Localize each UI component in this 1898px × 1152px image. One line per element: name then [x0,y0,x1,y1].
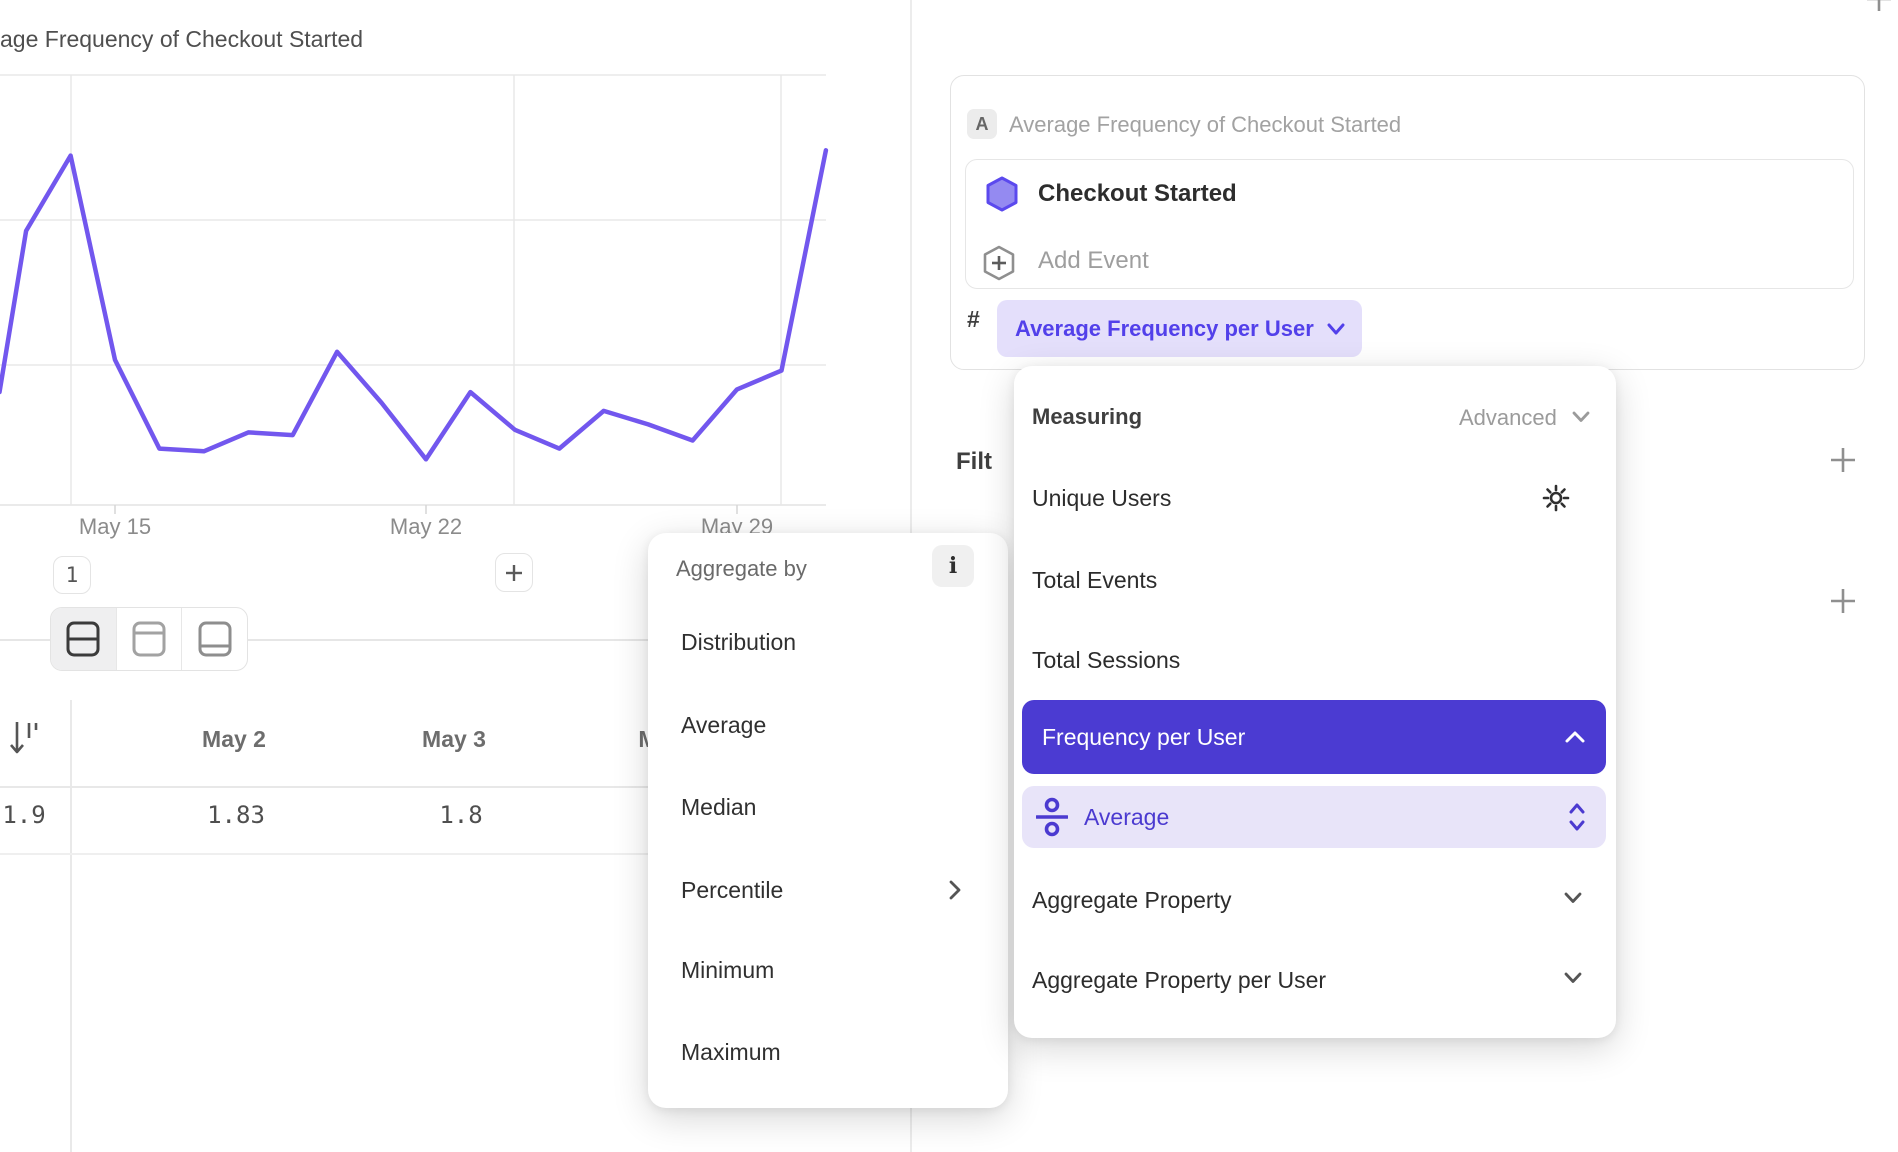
aggregate-by-header: Aggregate by [676,556,807,582]
plus-icon [1866,0,1892,12]
sort-icon[interactable] [8,719,38,764]
plus-icon [1830,588,1856,614]
add-event-icon [982,244,1016,287]
x-axis-tick-label: May 22 [390,514,462,540]
info-icon[interactable]: i [932,545,974,587]
layout-chart-only-button[interactable] [116,608,182,670]
measurement-hash-label: # [967,306,980,333]
metric-card: A Average Frequency of Checkout Started … [950,75,1865,370]
layout-toggle-group [50,607,248,671]
menu-item-median[interactable]: Median [681,794,756,821]
table-header-cell[interactable]: May 3 [422,726,486,753]
selected-item-label: Frequency per User [1042,724,1245,751]
chart-data-line[interactable] [0,150,826,459]
add-annotation-button[interactable] [495,553,533,592]
layout-split-view-button[interactable] [51,608,116,670]
average-divide-icon [1036,796,1068,838]
add-filter-button[interactable] [1830,447,1856,478]
chart-title: age Frequency of Checkout Started [0,26,363,53]
menu-item-unique-users[interactable]: Unique Users [1032,485,1171,512]
add-event-button[interactable]: Add Event [1038,247,1149,275]
chevron-right-icon [948,879,962,906]
event-list: Checkout Started Add Event [965,159,1854,289]
chevron-down-icon [1563,891,1583,910]
event-name[interactable]: Checkout Started [1038,180,1237,208]
chevron-up-down-icon [1568,802,1586,832]
measurement-dropdown-button[interactable]: Average Frequency per User [997,300,1362,357]
split-bottom-icon [197,619,233,659]
chevron-down-icon [1563,971,1583,990]
menu-item-minimum[interactable]: Minimum [681,957,774,984]
split-top-icon [131,619,167,659]
filters-section-label: Filt [956,448,992,476]
measuring-menu: Measuring Advanced Unique Users Total Ev… [1014,366,1616,1038]
measuring-header: Measuring [1032,404,1142,430]
menu-item-aggregate-property-per-user[interactable]: Aggregate Property per User [1032,967,1326,994]
measurement-dropdown-label: Average Frequency per User [1015,316,1314,342]
x-axis-tick-label: May 15 [79,514,151,540]
menu-item-average[interactable]: Average [681,712,766,739]
add-metric-button[interactable] [1866,0,1892,17]
menu-item-total-events[interactable]: Total Events [1032,567,1157,594]
plus-icon [504,563,524,583]
menu-item-maximum[interactable]: Maximum [681,1039,781,1066]
add-breakdown-button[interactable] [1830,588,1856,619]
table-cell: 1.8 [439,801,482,829]
chevron-down-icon [1326,322,1346,336]
menu-item-distribution[interactable]: Distribution [681,629,796,656]
menu-item-aggregate-property[interactable]: Aggregate Property [1032,887,1231,914]
metric-title-input[interactable]: Average Frequency of Checkout Started [1009,112,1401,138]
table-header-cell[interactable]: May 2 [202,726,266,753]
chart-gridlines [0,75,826,514]
sub-item-average-selector[interactable]: Average [1022,786,1606,848]
plus-icon [1830,447,1856,473]
menu-item-percentile[interactable]: Percentile [681,877,783,904]
table-cell: 1.9 [2,801,45,829]
interval-input[interactable]: 1 [53,556,91,594]
layout-table-only-button[interactable] [181,608,247,670]
sub-item-label: Average [1084,804,1552,831]
event-hexagon-icon [986,176,1018,217]
menu-item-frequency-per-user-selected[interactable]: Frequency per User [1022,700,1606,774]
advanced-toggle[interactable]: Advanced [1459,405,1557,431]
chevron-down-icon [1571,410,1591,429]
menu-item-total-sessions[interactable]: Total Sessions [1032,647,1180,674]
line-chart [0,60,830,520]
chevron-up-icon [1564,730,1586,744]
table-cell: 1.83 [207,801,265,829]
aggregate-by-menu: Aggregate by i Distribution Average Medi… [648,533,1008,1108]
metrics-section-header: Metrics [980,0,1078,6]
table-column-divider [70,700,72,1152]
analytics-app: age Frequency of Checkout Started May 15… [0,0,1898,1152]
split-middle-icon [65,619,101,659]
gear-icon[interactable] [1542,484,1570,517]
metric-letter-badge: A [967,109,997,139]
